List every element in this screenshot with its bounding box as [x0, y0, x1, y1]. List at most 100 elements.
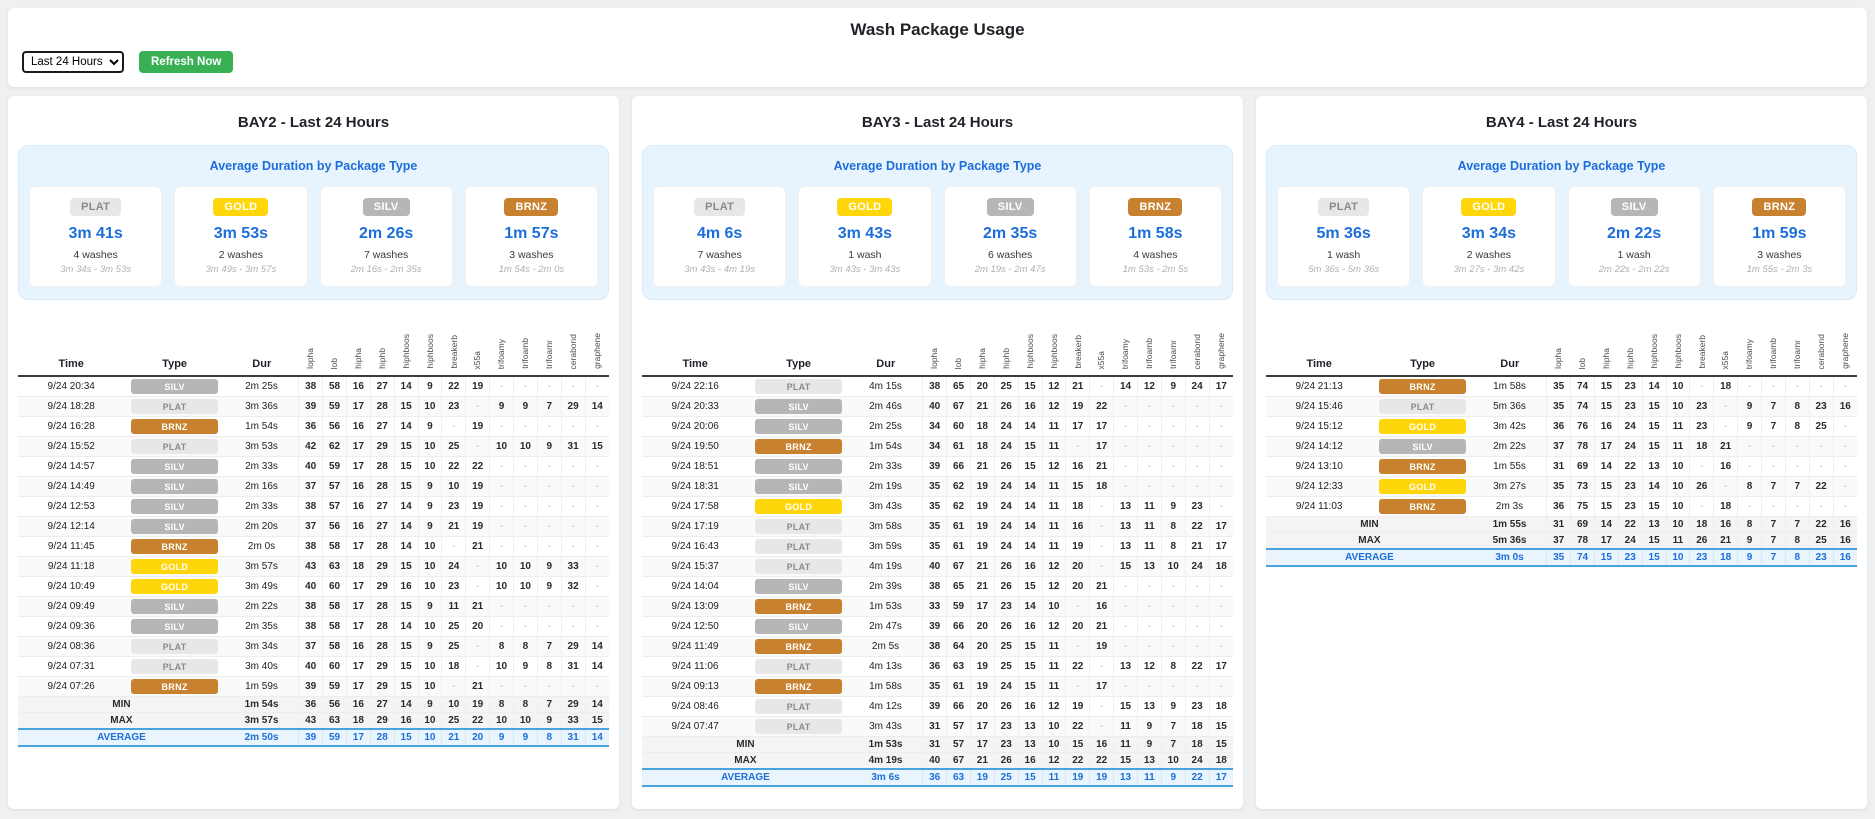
- value-cell: -: [1137, 457, 1161, 477]
- value-cell: 17: [970, 737, 994, 753]
- value-cell: 10: [490, 713, 514, 730]
- type-cell: PLAT: [748, 657, 848, 677]
- value-cell: -: [513, 497, 537, 517]
- package-type-badge: PLAT: [1318, 198, 1369, 216]
- time-cell: 9/24 15:12: [1266, 417, 1372, 437]
- rotated-column-label: lob: [954, 358, 963, 369]
- type-badge: SILV: [131, 519, 218, 534]
- duration-cell: 5m 36s: [1473, 397, 1547, 417]
- wash-row: 9/24 11:49BRNZ2m 5s386420251511-19-----: [642, 637, 1233, 657]
- value-cell: 24: [1618, 417, 1642, 437]
- period-select[interactable]: Last 24 Hours: [22, 51, 124, 73]
- wash-row: 9/24 12:33GOLD3m 27s35731523141026-87722…: [1266, 477, 1857, 497]
- average-duration-summary: Average Duration by Package Type PLAT3m …: [18, 145, 609, 300]
- package-summary-card: BRNZ1m 57s3 washes1m 54s - 2m 0s: [465, 186, 598, 287]
- value-cell: 31: [923, 717, 947, 737]
- value-cell: 29: [561, 637, 585, 657]
- value-cell: 22: [1066, 753, 1090, 770]
- type-cell: SILV: [124, 376, 224, 397]
- value-cell: 35: [923, 537, 947, 557]
- header-card: Wash Package Usage Last 24 Hours Refresh…: [8, 8, 1867, 87]
- value-cell: 14: [1018, 597, 1042, 617]
- value-cell: 15: [1018, 457, 1042, 477]
- time-cell: 9/24 20:06: [642, 417, 748, 437]
- rotated-column-label: lob: [1578, 358, 1587, 369]
- value-cell: 7: [537, 637, 561, 657]
- value-cell: -: [1209, 497, 1233, 517]
- value-cell: 19: [466, 417, 490, 437]
- value-cell: 12: [1042, 397, 1066, 417]
- type-badge: PLAT: [131, 399, 218, 414]
- package-duration-range: 3m 43s - 4m 19s: [658, 264, 781, 275]
- value-cell: 14: [1018, 497, 1042, 517]
- rotated-column-label: hiphboos: [402, 334, 411, 369]
- value-cell: -: [513, 417, 537, 437]
- duration-cell: 2m 3s: [1473, 497, 1547, 517]
- value-cell: -: [1690, 457, 1714, 477]
- value-cell: 16: [346, 517, 370, 537]
- value-cell: 24: [994, 477, 1018, 497]
- value-cell: 10: [1042, 717, 1066, 737]
- value-cell: 7: [1785, 517, 1809, 533]
- value-cell: 11: [1137, 497, 1161, 517]
- wash-row: 9/24 15:37PLAT4m 19s40672126161220-15131…: [642, 557, 1233, 577]
- duration-cell: 2m 33s: [225, 457, 299, 477]
- value-cell: 78: [1571, 533, 1595, 550]
- column-header-graphene: graphene: [1209, 314, 1233, 376]
- value-cell: 28: [370, 397, 394, 417]
- duration-cell: 2m 22s: [1473, 437, 1547, 457]
- rotated-column-label: x55a: [1097, 351, 1106, 369]
- value-cell: -: [1161, 397, 1185, 417]
- refresh-button[interactable]: Refresh Now: [139, 51, 233, 73]
- value-cell: -: [1161, 457, 1185, 477]
- type-cell: BRNZ: [748, 437, 848, 457]
- value-cell: 17: [346, 537, 370, 557]
- value-cell: 28: [370, 729, 394, 746]
- duration-cell: 4m 19s: [849, 557, 923, 577]
- badge-wrap: SILV: [1573, 197, 1696, 216]
- duration-cell: 3m 43s: [849, 717, 923, 737]
- value-cell: 10: [1161, 753, 1185, 770]
- type-cell: SILV: [748, 617, 848, 637]
- time-cell: 9/24 08:46: [642, 697, 748, 717]
- rotated-column-label: trifoamr: [1793, 340, 1802, 369]
- type-badge: SILV: [131, 499, 218, 514]
- value-cell: 21: [1714, 437, 1738, 457]
- value-cell: -: [1785, 437, 1809, 457]
- value-cell: -: [537, 517, 561, 537]
- value-cell: 17: [1066, 417, 1090, 437]
- value-cell: 61: [947, 677, 971, 697]
- value-cell: 16: [1594, 417, 1618, 437]
- value-cell: 63: [323, 557, 347, 577]
- column-header-trifoamr: trifoamr: [537, 314, 561, 376]
- duration-cell: 2m 25s: [849, 417, 923, 437]
- value-cell: 22: [1809, 517, 1833, 533]
- type-badge: SILV: [131, 459, 218, 474]
- column-header-lopha: lopha: [299, 314, 323, 376]
- badge-wrap: SILV: [325, 197, 448, 216]
- package-summary-card: PLAT3m 41s4 washes3m 34s - 3m 53s: [29, 186, 162, 287]
- value-cell: 16: [1833, 517, 1857, 533]
- value-cell: 14: [585, 637, 609, 657]
- value-cell: -: [1185, 397, 1209, 417]
- value-cell: 14: [1018, 517, 1042, 537]
- value-cell: 10: [442, 697, 466, 713]
- type-badge: PLAT: [755, 539, 842, 554]
- package-wash-count: 2 washes: [1427, 249, 1550, 261]
- value-cell: 65: [947, 376, 971, 397]
- value-cell: 17: [1209, 376, 1233, 397]
- type-badge: PLAT: [755, 519, 842, 534]
- package-type-badge: SILV: [1611, 198, 1658, 216]
- value-cell: 32: [561, 577, 585, 597]
- value-cell: -: [466, 397, 490, 417]
- wash-row: 9/24 17:58GOLD3m 43s35621924141118-13119…: [642, 497, 1233, 517]
- time-cell: 9/24 15:46: [1266, 397, 1372, 417]
- min-label: MIN: [1266, 517, 1473, 533]
- rotated-column-label: hiphb: [1002, 348, 1011, 369]
- type-badge: PLAT: [755, 719, 842, 734]
- value-cell: -: [1785, 376, 1809, 397]
- type-badge: BRNZ: [131, 679, 218, 694]
- value-cell: 22: [1066, 657, 1090, 677]
- value-cell: 23: [1618, 549, 1642, 566]
- value-cell: 7: [1761, 397, 1785, 417]
